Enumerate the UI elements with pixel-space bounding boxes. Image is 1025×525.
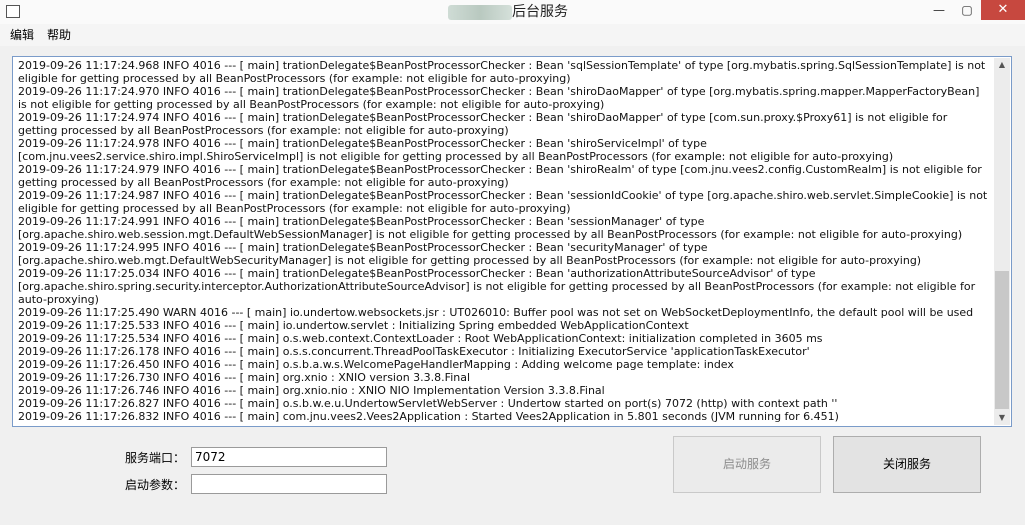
title-bar: 后台服务 — ▢ ✕ bbox=[0, 0, 1025, 24]
log-line: 2019-09-26 11:17:24.974 INFO 4016 --- [ … bbox=[18, 111, 948, 137]
scroll-up-icon[interactable]: ▲ bbox=[994, 58, 1010, 72]
stop-service-button[interactable]: 关闭服务 bbox=[833, 436, 981, 493]
log-line: 2019-09-26 11:17:24.970 INFO 4016 --- [ … bbox=[18, 85, 980, 111]
menu-edit[interactable]: 编辑 bbox=[10, 27, 34, 43]
log-line: 2019-09-26 11:17:26.730 INFO 4016 --- [ … bbox=[18, 371, 471, 384]
log-line: 2019-09-26 11:17:24.978 INFO 4016 --- [ … bbox=[18, 137, 894, 163]
log-line: 2019-09-26 11:17:25.034 INFO 4016 --- [ … bbox=[18, 267, 976, 306]
log-line: 2019-09-26 11:17:26.827 INFO 4016 --- [ … bbox=[18, 397, 838, 410]
log-line: 2019-09-26 11:17:26.746 INFO 4016 --- [ … bbox=[18, 384, 605, 397]
log-line: 2019-09-26 11:17:25.490 WARN 4016 --- [ … bbox=[18, 306, 974, 319]
log-output[interactable]: 2019-09-26 11:17:24.968 INFO 4016 --- [ … bbox=[12, 56, 1012, 427]
args-input[interactable] bbox=[191, 474, 387, 494]
log-line: 2019-09-26 11:17:24.968 INFO 4016 --- [ … bbox=[18, 59, 986, 85]
minimize-icon[interactable]: — bbox=[925, 0, 953, 20]
scroll-thumb[interactable] bbox=[995, 271, 1009, 409]
vertical-scrollbar[interactable]: ▲ ▼ bbox=[994, 58, 1010, 425]
port-label: 服务端口： bbox=[125, 451, 186, 465]
log-line: 2019-09-26 11:17:24.995 INFO 4016 --- [ … bbox=[18, 241, 922, 267]
window-title: 后台服务 bbox=[512, 4, 568, 20]
maximize-icon[interactable]: ▢ bbox=[953, 0, 981, 20]
log-line: 2019-09-26 11:17:24.991 INFO 4016 --- [ … bbox=[18, 215, 963, 241]
close-icon[interactable]: ✕ bbox=[981, 0, 1025, 20]
log-line: 2019-09-26 11:17:25.534 INFO 4016 --- [ … bbox=[18, 332, 823, 345]
app-icon bbox=[6, 5, 20, 18]
scroll-down-icon[interactable]: ▼ bbox=[994, 411, 1010, 425]
menu-help[interactable]: 帮助 bbox=[47, 27, 71, 43]
log-line: 2019-09-26 11:17:26.450 INFO 4016 --- [ … bbox=[18, 358, 734, 371]
log-content: 2019-09-26 11:17:24.968 INFO 4016 --- [ … bbox=[18, 59, 990, 423]
log-line: 2019-09-26 11:17:25.533 INFO 4016 --- [ … bbox=[18, 319, 689, 332]
start-service-button[interactable]: 启动服务 bbox=[673, 436, 821, 493]
log-line: 2019-09-26 11:17:24.979 INFO 4016 --- [ … bbox=[18, 163, 982, 189]
title-redacted-block bbox=[448, 5, 512, 20]
menu-bar: 编辑 帮助 bbox=[0, 24, 1025, 46]
log-line: 2019-09-26 11:17:24.987 INFO 4016 --- [ … bbox=[18, 189, 988, 215]
log-line: 2019-09-26 11:17:26.832 INFO 4016 --- [ … bbox=[18, 410, 839, 423]
port-input[interactable]: 7072 bbox=[191, 447, 387, 467]
args-label: 启动参数： bbox=[125, 478, 186, 492]
log-line: 2019-09-26 11:17:26.178 INFO 4016 --- [ … bbox=[18, 345, 810, 358]
